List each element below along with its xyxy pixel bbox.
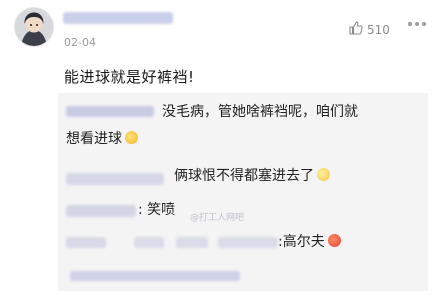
comment-text: 能进球就是好裤裆! bbox=[64, 68, 195, 86]
reply-text-3: : 笑喷 bbox=[138, 202, 176, 218]
like-button[interactable]: 510 bbox=[348, 20, 390, 39]
like-count: 510 bbox=[367, 22, 390, 37]
reply-username-blurred bbox=[134, 237, 164, 248]
thumbs-up-icon bbox=[348, 20, 364, 39]
watermark: @打工人网吧 bbox=[190, 213, 245, 223]
reply-text-4: :高尔夫 bbox=[278, 231, 341, 251]
reply-thread[interactable]: 没毛病，管她啥裤裆呢，咱们就 想看进球 俩球恨不得都塞进去了 : 笑喷 :高尔夫 bbox=[58, 93, 428, 291]
reply-text-1: 没毛病，管她啥裤裆呢，咱们就 bbox=[162, 104, 358, 120]
red-face-icon bbox=[327, 234, 341, 247]
reply-username-blurred bbox=[66, 237, 106, 248]
grin-face-icon bbox=[317, 168, 330, 181]
reply-username-blurred bbox=[66, 205, 136, 217]
more-replies-blurred[interactable] bbox=[70, 271, 240, 281]
username-blurred[interactable] bbox=[63, 12, 173, 24]
reply-username-blurred bbox=[66, 106, 154, 117]
user-avatar[interactable] bbox=[14, 7, 54, 47]
yum-face-icon bbox=[125, 131, 138, 144]
reply-username-blurred bbox=[176, 237, 208, 248]
reply-username-blurred bbox=[218, 237, 278, 248]
more-options-icon[interactable] bbox=[408, 22, 426, 28]
reply-text-1-cont: 想看进球 bbox=[66, 128, 138, 148]
reply-text-2: 俩球恨不得都塞进去了 bbox=[174, 165, 330, 185]
reply-username-blurred bbox=[66, 173, 164, 185]
post-date: 02-04 bbox=[64, 36, 96, 49]
